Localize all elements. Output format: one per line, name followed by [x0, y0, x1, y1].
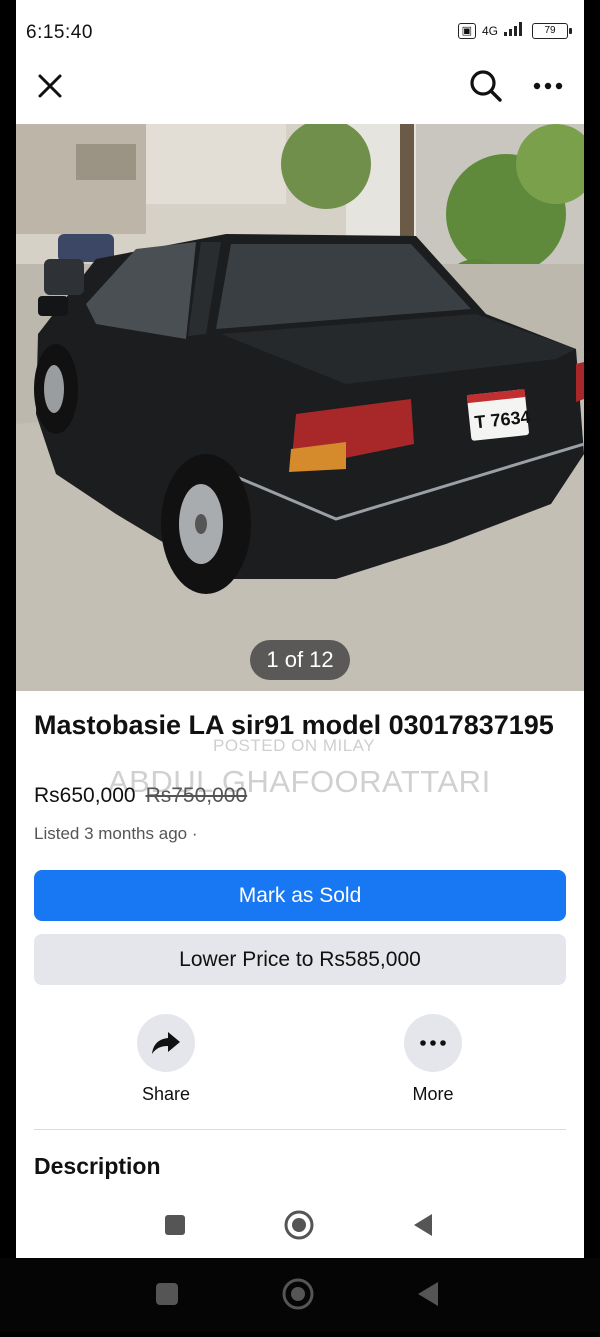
price-row: Rs650,000 Rs750,000 [34, 784, 247, 808]
share-label: Share [141, 1084, 191, 1104]
app-screen: 6:15:40 ▣ 4G 79 T 7634 1 of 12 Mastobasi… [16, 0, 584, 1258]
volte-icon: ▣ [457, 22, 476, 39]
system-nav-bar-outer [0, 1258, 600, 1332]
mark-as-sold-button[interactable]: Mark as Sold [34, 870, 566, 921]
description-heading: Description [34, 1153, 161, 1179]
more-horizontal-icon [420, 1040, 446, 1046]
photo-counter: 1 of 12 [250, 640, 350, 680]
more-horizontal-icon [533, 82, 563, 90]
system-nav-bar-inner [16, 1198, 584, 1258]
close-button[interactable] [28, 64, 72, 108]
search-button[interactable] [464, 64, 508, 108]
status-bar: 6:15:40 ▣ 4G 79 [16, 0, 584, 64]
battery-icon: 79 [532, 22, 572, 39]
more-action[interactable]: More [373, 1014, 493, 1105]
current-price: Rs650,000 [34, 784, 136, 807]
top-bar [16, 64, 584, 124]
back-icon[interactable] [414, 1214, 432, 1236]
share-icon [152, 1032, 180, 1054]
recent-apps-icon[interactable] [165, 1215, 185, 1235]
status-icons: ▣ 4G 79 [457, 22, 572, 39]
more-button[interactable] [404, 1014, 462, 1072]
recent-apps-icon[interactable] [156, 1283, 178, 1305]
listing-photo[interactable]: T 7634 [16, 124, 584, 691]
signal-icon [504, 22, 526, 39]
original-price: Rs750,000 [145, 784, 248, 807]
share-action[interactable]: Share [106, 1014, 226, 1105]
more-label: More [412, 1084, 454, 1104]
more-options-button[interactable] [526, 64, 570, 108]
close-icon [38, 74, 62, 98]
network-label: 4G [481, 23, 498, 38]
watermark-posted: POSTED ON MILAY [213, 736, 376, 755]
car-photo-illustration: T 7634 [16, 124, 584, 691]
status-time: 6:15:40 [26, 22, 93, 43]
lower-price-button[interactable]: Lower Price to Rs585,000 [34, 934, 566, 985]
listed-time: Listed 3 months ago · [34, 824, 198, 843]
section-divider [34, 1129, 566, 1130]
back-icon[interactable] [418, 1282, 438, 1306]
share-button[interactable] [137, 1014, 195, 1072]
search-icon [470, 70, 502, 102]
